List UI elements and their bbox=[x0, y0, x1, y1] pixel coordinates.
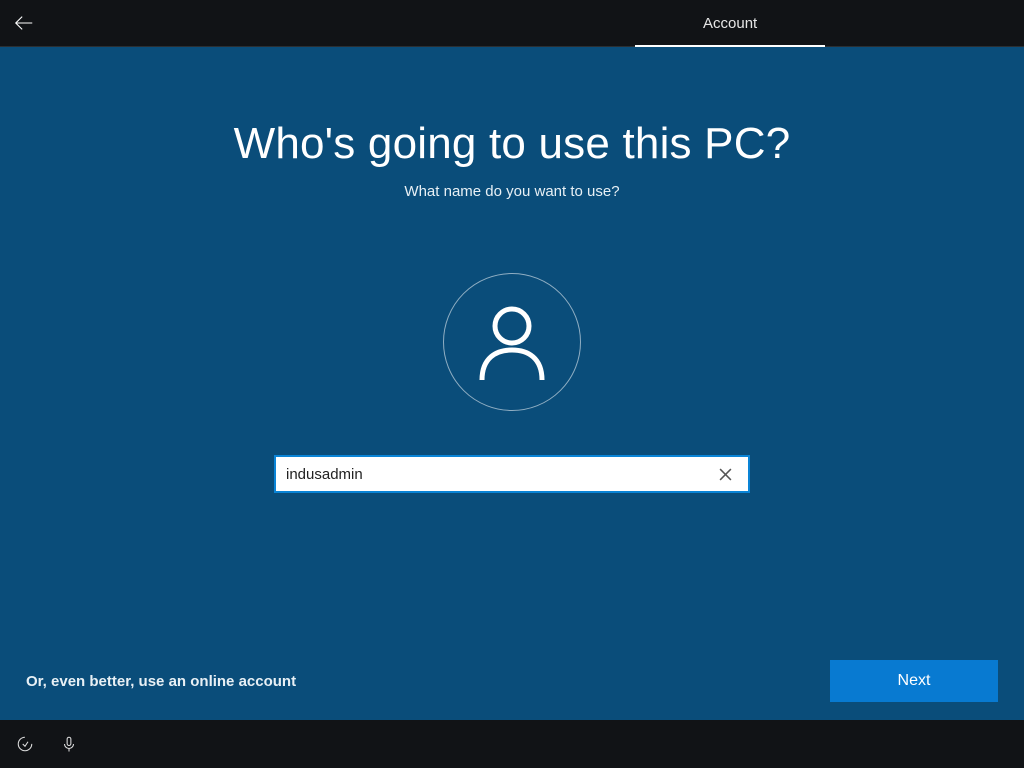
page-title: Who's going to use this PC? bbox=[234, 119, 791, 169]
clear-input-button[interactable] bbox=[712, 461, 738, 487]
back-button[interactable] bbox=[0, 0, 48, 47]
main-content: Who's going to use this PC? What name do… bbox=[0, 47, 1024, 720]
bottom-actions: Or, even better, use an online account N… bbox=[26, 660, 998, 702]
name-input[interactable] bbox=[286, 466, 712, 483]
use-online-account-link[interactable]: Or, even better, use an online account bbox=[26, 673, 296, 690]
avatar-placeholder bbox=[443, 273, 581, 411]
ease-of-access-icon[interactable] bbox=[16, 735, 34, 753]
page-subtitle: What name do you want to use? bbox=[404, 183, 619, 200]
tab-account-label: Account bbox=[703, 15, 757, 32]
arrow-left-icon bbox=[13, 12, 35, 34]
bottom-bar bbox=[0, 720, 1024, 768]
microphone-icon[interactable] bbox=[60, 735, 78, 753]
person-icon bbox=[476, 304, 548, 380]
close-icon bbox=[719, 468, 732, 481]
tab-account[interactable]: Account bbox=[635, 0, 825, 47]
name-input-row bbox=[274, 455, 750, 493]
next-button[interactable]: Next bbox=[830, 660, 998, 702]
step-tabs: Account bbox=[635, 0, 825, 47]
top-bar: Account bbox=[0, 0, 1024, 47]
